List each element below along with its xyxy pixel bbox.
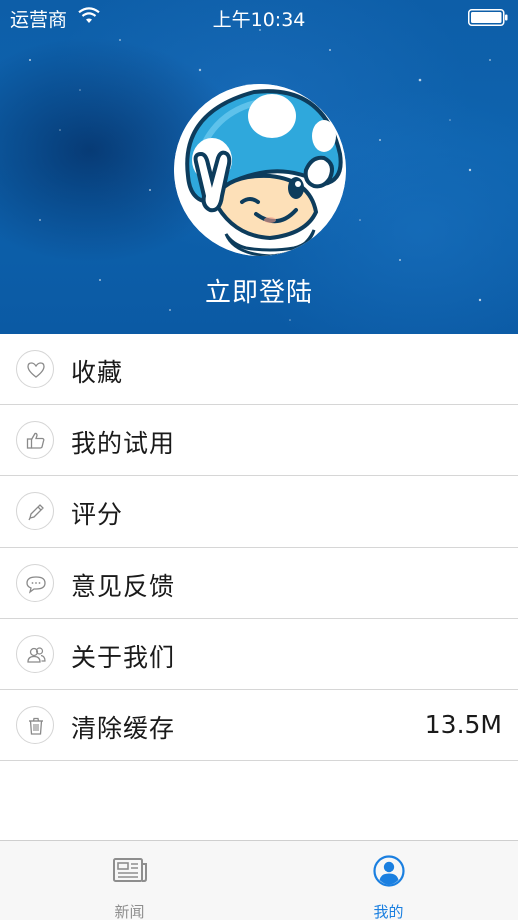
thumbs-up-icon [26,432,45,449]
tab-mine[interactable]: 我的 [259,841,518,920]
menu-item-rating[interactable]: 评分 [0,476,518,548]
tab-label: 我的 [373,903,404,920]
tab-news[interactable]: 新闻 [0,841,259,920]
login-button[interactable]: 立即登陆 [0,272,518,309]
menu-icon-circle [16,421,54,460]
menu-list: 收藏 我的试用 评分 意见反馈 关于我们 清除缓存 13.5M [0,334,518,762]
menu-item-feedback[interactable]: 意见反馈 [0,547,518,619]
menu-item-favorites[interactable]: 收藏 [0,334,518,406]
menu-label: 评分 [71,500,124,530]
trash-icon [29,717,43,735]
menu-icon-circle [16,705,54,744]
menu-label: 收藏 [71,358,124,387]
pencil-icon [28,504,44,521]
menu-icon-circle [16,634,54,673]
menu-label: 清除缓存 [71,713,176,743]
cache-size-value: 13.5M [424,709,502,739]
menu-label: 我的试用 [71,429,176,459]
menu-icon-circle [16,492,54,531]
menu-icon-circle [16,350,54,388]
menu-label: 关于我们 [71,642,176,672]
person-icon [373,855,405,887]
battery-icon [468,9,508,26]
clock-label: 上午10:34 [212,9,306,31]
menu-label: 意见反馈 [71,571,176,601]
profile-header: 运营商 上午10:34 立即登陆 [0,0,518,334]
status-bar: 运营商 上午10:34 [0,0,518,34]
tab-label: 新闻 [114,903,145,920]
chat-bubble-icon [26,575,46,594]
menu-icon-circle [16,563,54,602]
users-icon [27,647,46,663]
avatar[interactable] [174,84,346,256]
newspaper-icon [113,858,147,882]
tab-bar: 新闻 我的 [0,840,518,920]
menu-item-clear-cache[interactable]: 清除缓存 13.5M [0,689,518,762]
menu-item-about-us[interactable]: 关于我们 [0,618,518,690]
heart-icon [27,362,45,378]
menu-item-my-trials[interactable]: 我的试用 [0,405,518,477]
mushroom-mascot-avatar [174,84,346,256]
